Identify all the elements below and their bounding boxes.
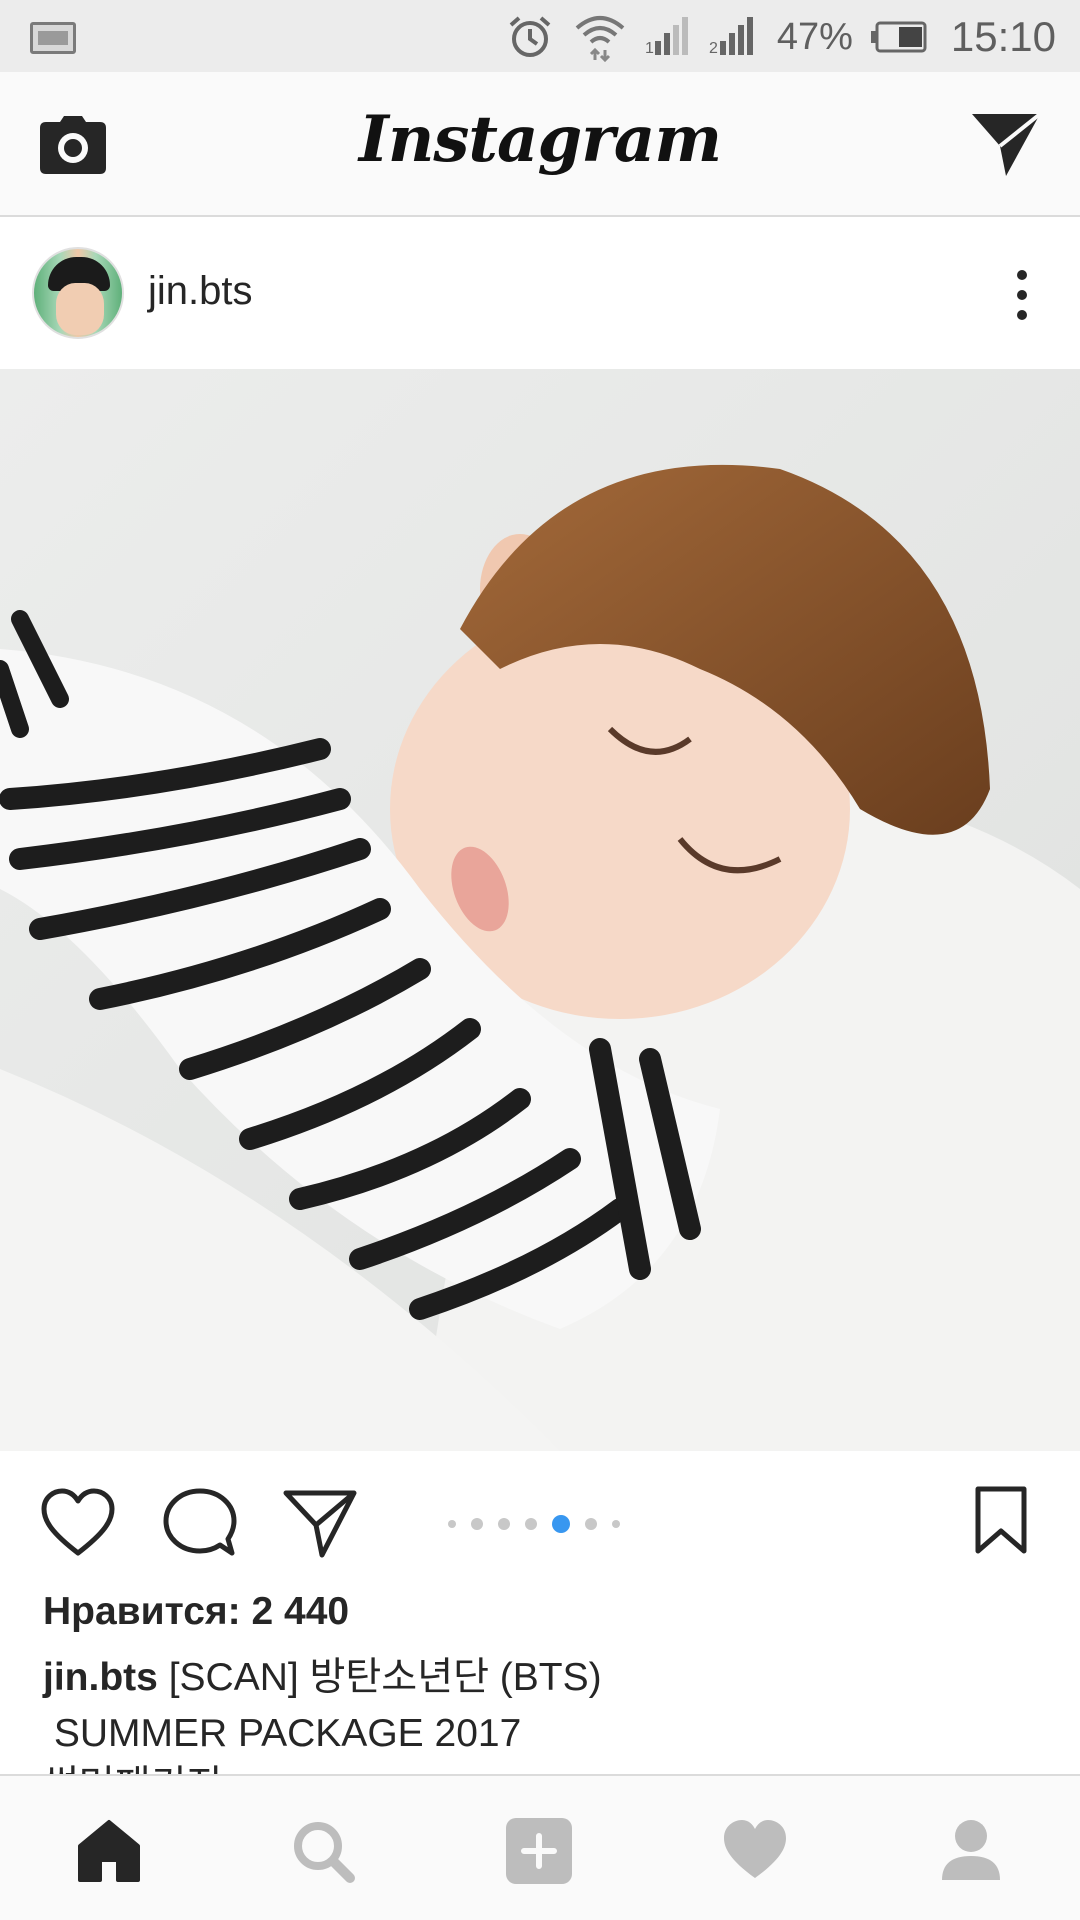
post-username[interactable]: jin.bts	[148, 269, 253, 314]
home-icon	[78, 1820, 140, 1882]
avatar[interactable]	[32, 247, 124, 339]
activity-heart-icon	[724, 1820, 786, 1878]
comment-button[interactable]	[162, 1487, 238, 1559]
direct-message-icon	[972, 112, 1042, 176]
caption-text-line3: 썸머패키지	[43, 1758, 222, 1774]
carousel-dot	[471, 1518, 483, 1530]
profile-icon	[942, 1820, 1000, 1880]
carousel-dot	[498, 1518, 510, 1530]
bottom-navigation	[0, 1774, 1080, 1920]
more-options-button[interactable]	[1014, 267, 1030, 323]
status-icons: 1 2 47% 15:10	[505, 10, 1056, 64]
carousel-indicator	[448, 1515, 620, 1533]
post-header: jin.bts	[0, 219, 1080, 369]
svg-text:2: 2	[709, 40, 718, 57]
signal-2-icon: 2	[709, 17, 753, 57]
instagram-logo: Instagram	[358, 102, 722, 177]
share-button[interactable]	[282, 1487, 358, 1559]
signal-1-icon: 1	[645, 17, 688, 57]
caption-username[interactable]: jin.bts	[43, 1656, 158, 1699]
battery-percent: 47%	[776, 15, 853, 58]
wifi-icon	[575, 16, 625, 62]
carousel-dot	[525, 1518, 537, 1530]
likes-count[interactable]: Нравится: 2 440	[43, 1590, 349, 1634]
battery-icon	[870, 21, 927, 53]
more-vertical-icon	[1017, 270, 1027, 320]
post-caption: jin.bts [SCAN] 방탄소년단 (BTS) SUMMER PACKAG…	[43, 1650, 1043, 1762]
clock: 15:10	[950, 13, 1056, 60]
carousel-dot-active	[552, 1515, 570, 1533]
nav-profile[interactable]	[936, 1816, 1006, 1886]
app-header: Instagram	[0, 72, 1080, 217]
save-button[interactable]	[974, 1485, 1028, 1555]
share-icon	[283, 1490, 357, 1558]
post-photo-illustration	[0, 369, 1080, 1451]
post-photo[interactable]	[0, 369, 1080, 1451]
caption-text-line2: SUMMER PACKAGE 2017	[43, 1712, 522, 1755]
search-icon	[294, 1822, 355, 1883]
nav-add-post[interactable]	[504, 1816, 574, 1886]
bookmark-icon	[975, 1486, 1027, 1554]
heart-outline-icon	[41, 1488, 115, 1556]
alarm-icon	[509, 16, 551, 57]
direct-message-button[interactable]	[970, 112, 1042, 178]
screenshot-icon	[30, 22, 76, 54]
carousel-dot	[585, 1518, 597, 1530]
carousel-dot	[612, 1520, 620, 1528]
caption-text-line1: [SCAN] 방탄소년단 (BTS)	[168, 1656, 602, 1699]
post-actions	[0, 1451, 1080, 1581]
svg-text:1: 1	[645, 40, 654, 57]
like-button[interactable]	[40, 1487, 116, 1559]
carousel-dot	[448, 1520, 456, 1528]
nav-search[interactable]	[288, 1816, 358, 1886]
status-bar: 1 2 47% 15:10	[0, 0, 1080, 72]
comment-icon	[163, 1488, 237, 1556]
add-post-icon	[506, 1818, 572, 1884]
nav-home[interactable]	[74, 1816, 144, 1886]
nav-activity[interactable]	[720, 1816, 790, 1886]
